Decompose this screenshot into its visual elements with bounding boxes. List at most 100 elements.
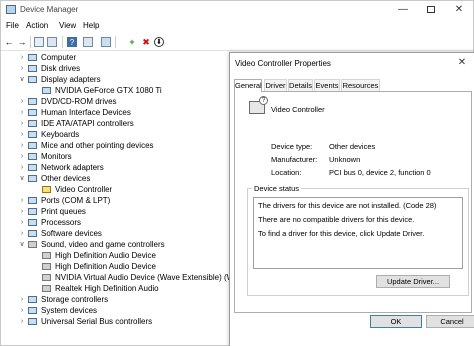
expand-closed-icon[interactable]: ›: [18, 107, 26, 118]
expand-open-icon[interactable]: ∨: [18, 74, 26, 85]
tree-item[interactable]: Realtek High Definition Audio: [1, 283, 229, 294]
tree-item[interactable]: Video Controller: [1, 184, 229, 195]
action-pane-button[interactable]: [83, 37, 93, 47]
expand-open-icon[interactable]: ∨: [18, 173, 26, 184]
tree-item[interactable]: › System devices: [1, 305, 229, 316]
dialog-close-button[interactable]: ✕: [454, 56, 470, 70]
menu-help[interactable]: Help: [83, 21, 99, 30]
forward-button[interactable]: →: [16, 36, 28, 48]
expand-closed-icon[interactable]: ›: [18, 228, 26, 239]
expand-closed-icon[interactable]: ›: [18, 294, 26, 305]
device-status-text[interactable]: The drivers for this device are not inst…: [253, 197, 463, 269]
dialog-title-bar: Video Controller Properties ✕: [230, 53, 474, 73]
expand-closed-icon[interactable]: ›: [18, 63, 26, 74]
menu-file[interactable]: File: [6, 21, 19, 30]
expand-closed-icon[interactable]: ›: [18, 52, 26, 63]
tree-item[interactable]: › Computer: [1, 52, 229, 63]
tree-item-label: Display adapters: [41, 75, 101, 84]
ok-button[interactable]: OK: [370, 315, 422, 328]
tree-item[interactable]: ∨ Other devices: [1, 173, 229, 184]
expand-closed-icon[interactable]: ›: [18, 217, 26, 228]
device-manager-icon: [6, 5, 16, 14]
expand-closed-icon[interactable]: ›: [18, 151, 26, 162]
expand-closed-icon[interactable]: ›: [18, 206, 26, 217]
tree-item-label: Other devices: [41, 174, 91, 183]
toolbar-separator: [62, 36, 63, 48]
update-driver-icon[interactable]: ⬇: [154, 37, 164, 47]
back-button[interactable]: ←: [3, 36, 15, 48]
expand-closed-icon[interactable]: ›: [18, 129, 26, 140]
disk-icon: [28, 65, 37, 72]
computer-icon: [28, 54, 37, 61]
scan-hardware-button[interactable]: [101, 37, 111, 47]
tree-item[interactable]: High Definition Audio Device: [1, 261, 229, 272]
expand-closed-icon[interactable]: ›: [18, 305, 26, 316]
tree-item-label: Universal Serial Bus controllers: [41, 317, 153, 326]
expand-closed-icon[interactable]: ›: [18, 118, 26, 129]
maximize-icon: [427, 5, 435, 13]
warning-device-icon: [42, 186, 51, 193]
maximize-button[interactable]: [417, 1, 445, 19]
tree-item[interactable]: › Ports (COM & LPT): [1, 195, 229, 206]
tree-item[interactable]: › Monitors: [1, 151, 229, 162]
tree-item-label: NVIDIA Virtual Audio Device (Wave Extens…: [55, 273, 250, 282]
tree-item-label: System devices: [41, 306, 98, 315]
dvd-icon: [28, 98, 37, 105]
cancel-button[interactable]: Cancel: [426, 315, 474, 328]
device-status-group: Device status The drivers for this devic…: [247, 184, 469, 296]
expand-closed-icon[interactable]: ›: [18, 195, 26, 206]
tree-item[interactable]: › Network adapters: [1, 162, 229, 173]
tree-item[interactable]: ∨ Display adapters: [1, 74, 229, 85]
other-devices-icon: [28, 175, 37, 182]
question-mark-icon: ?: [259, 96, 268, 105]
show-hide-console-tree-button[interactable]: [34, 37, 44, 47]
expand-closed-icon[interactable]: ›: [18, 140, 26, 151]
tab-events[interactable]: Events: [314, 79, 340, 91]
close-button[interactable]: ✕: [445, 1, 473, 19]
toolbar-separator: [115, 36, 116, 48]
menu-view[interactable]: View: [59, 21, 76, 30]
tree-item-label: Monitors: [41, 152, 72, 161]
expand-closed-icon[interactable]: ›: [18, 96, 26, 107]
tree-item-label: Processors: [41, 218, 82, 227]
status-line: The drivers for this device are not inst…: [258, 201, 437, 210]
tab-details[interactable]: Details: [288, 79, 313, 91]
expand-open-icon[interactable]: ∨: [18, 239, 26, 250]
tree-item-label: IDE ATA/ATAPI controllers: [41, 119, 134, 128]
tree-item[interactable]: NVIDIA GeForce GTX 1080 Ti: [1, 85, 229, 96]
update-driver-button[interactable]: Update Driver...: [376, 275, 450, 288]
menu-action[interactable]: Action: [26, 21, 48, 30]
tree-item[interactable]: › Storage controllers: [1, 294, 229, 305]
speaker-icon: [42, 285, 51, 292]
uninstall-device-icon[interactable]: ✖: [140, 36, 152, 48]
tree-item[interactable]: › Human Interface Devices: [1, 107, 229, 118]
tree-item-label: Human Interface Devices: [41, 108, 131, 117]
tree-item[interactable]: › Universal Serial Bus controllers: [1, 316, 229, 327]
tree-item[interactable]: › Processors: [1, 217, 229, 228]
properties-button[interactable]: [47, 37, 57, 47]
tree-item[interactable]: › DVD/CD-ROM drives: [1, 96, 229, 107]
status-line: There are no compatible drivers for this…: [258, 215, 415, 224]
tree-item[interactable]: ∨ Sound, video and game controllers: [1, 239, 229, 250]
ide-icon: [28, 120, 37, 127]
tree-item[interactable]: › Keyboards: [1, 129, 229, 140]
tree-item[interactable]: › Software devices: [1, 228, 229, 239]
general-tab-panel: ? Video Controller Device type: Other de…: [234, 91, 472, 313]
minimize-button[interactable]: —: [389, 1, 417, 19]
keyboard-icon: [28, 131, 37, 138]
tree-item-label: Software devices: [41, 229, 102, 238]
tab-general[interactable]: General: [234, 79, 262, 92]
tree-item[interactable]: › Print queues: [1, 206, 229, 217]
tree-item[interactable]: › IDE ATA/ATAPI controllers: [1, 118, 229, 129]
help-button[interactable]: ?: [67, 37, 77, 47]
tree-item[interactable]: NVIDIA Virtual Audio Device (Wave Extens…: [1, 272, 249, 283]
add-driver-icon[interactable]: +: [126, 36, 138, 48]
expand-closed-icon[interactable]: ›: [18, 316, 26, 327]
expand-closed-icon[interactable]: ›: [18, 162, 26, 173]
tree-item[interactable]: High Definition Audio Device: [1, 250, 229, 261]
tab-driver[interactable]: Driver: [264, 79, 287, 91]
tree-item[interactable]: › Disk drives: [1, 63, 229, 74]
tree-item-label: Storage controllers: [41, 295, 109, 304]
tree-item[interactable]: › Mice and other pointing devices: [1, 140, 229, 151]
tab-resources[interactable]: Resources: [341, 79, 380, 91]
